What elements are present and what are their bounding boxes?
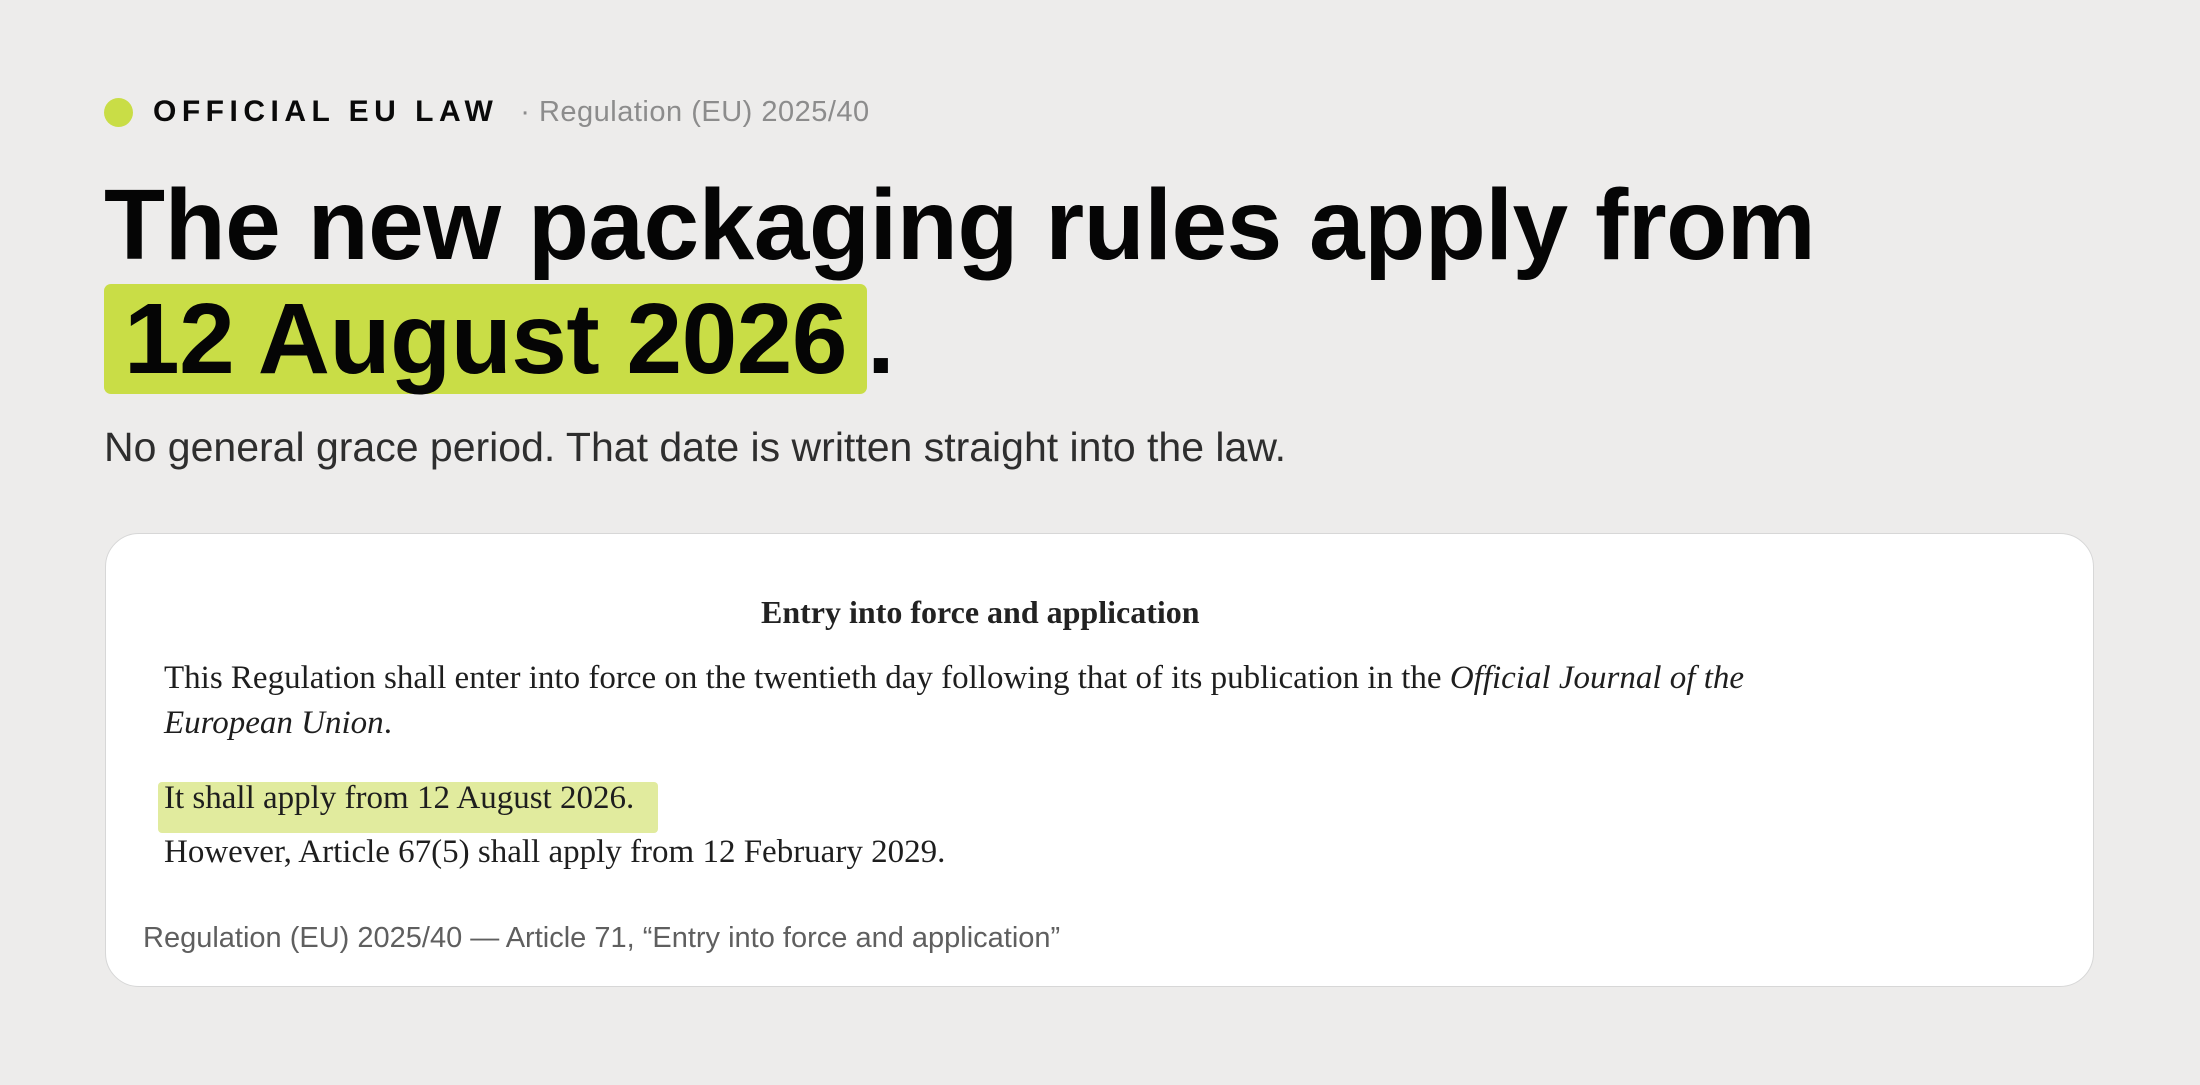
headline-suffix: .: [866, 283, 895, 395]
eyebrow-reference: · Regulation (EU) 2025/40: [520, 95, 870, 128]
headline-line2: 12 August 2026.: [104, 282, 1815, 396]
eyebrow: OFFICIAL EU LAW · Regulation (EU) 2025/4…: [104, 92, 870, 132]
headline-date-highlight: 12 August 2026: [104, 284, 867, 394]
paragraph-1-text: This Regulation shall enter into force o…: [164, 660, 1450, 696]
headline-line1: The new packaging rules apply from: [104, 169, 1816, 281]
source-caption: Regulation (EU) 2025/40 — Article 71, “E…: [143, 922, 1061, 954]
excerpt-paragraph-3: However, Article 67(5) shall apply from …: [164, 834, 946, 870]
excerpt-card: Entry into force and application This Re…: [105, 533, 2094, 987]
excerpt-paragraph-2: It shall apply from 12 August 2026.: [164, 780, 635, 816]
excerpt-paragraph-2-wrap: It shall apply from 12 August 2026.: [158, 776, 658, 833]
eyebrow-label: OFFICIAL EU LAW: [153, 95, 499, 128]
paragraph-1-end: .: [383, 705, 392, 741]
article-title: Entry into force and application: [761, 594, 1200, 630]
excerpt-paragraph-1: This Regulation shall enter into force o…: [164, 656, 1764, 746]
accent-dot-icon: [104, 97, 133, 127]
subheadline: No general grace period. That date is wr…: [104, 424, 1287, 470]
page-title: The new packaging rules apply from 12 Au…: [104, 168, 1816, 396]
